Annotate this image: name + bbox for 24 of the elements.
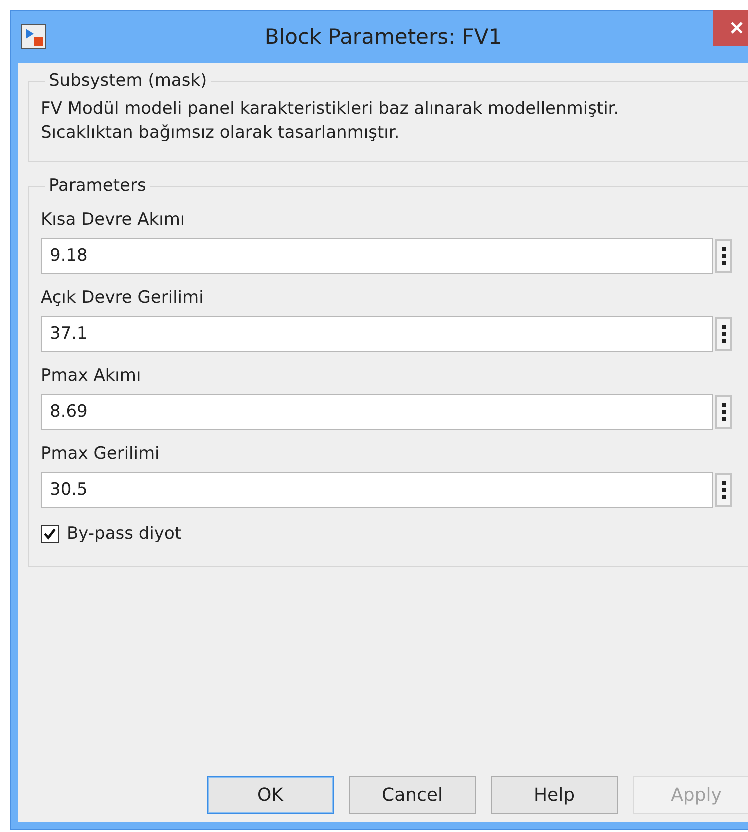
dialog-button[interactable]: Cancel	[349, 776, 476, 814]
checkbox-label: By-pass diyot	[67, 524, 182, 544]
input-field[interactable]: 9.18	[41, 238, 713, 274]
more-button[interactable]	[715, 317, 732, 351]
group-title: Subsystem (mask)	[48, 71, 208, 91]
input-field[interactable]: 37.1	[41, 316, 713, 352]
field-label: Açık Devre Gerilimi	[41, 288, 205, 308]
close-icon	[730, 21, 744, 35]
more-button[interactable]	[715, 473, 732, 507]
block-icon	[21, 24, 47, 50]
field-label: Kısa Devre Akımı	[41, 210, 186, 230]
window-title: Block Parameters: FV1	[264, 25, 504, 49]
dialog-button[interactable]: Help	[491, 776, 618, 814]
dialog-button[interactable]: OK	[207, 776, 334, 814]
field-label: Pmax Akımı	[41, 366, 142, 386]
close-button[interactable]	[713, 10, 748, 46]
group-title: Parameters	[48, 176, 148, 196]
description-text: FV Modül modeli panel karakteristikleri baz alınarak modellenmiştir. Sıcaklıktan bağımsız olarak tasarlanmıştır.	[41, 98, 620, 145]
input-field[interactable]: 30.5	[41, 472, 713, 508]
checkbox[interactable]	[41, 525, 59, 543]
field-label: Pmax Gerilimi	[41, 444, 161, 464]
more-button[interactable]	[715, 395, 732, 429]
input-field[interactable]: 8.69	[41, 394, 713, 430]
more-button[interactable]	[715, 239, 732, 273]
